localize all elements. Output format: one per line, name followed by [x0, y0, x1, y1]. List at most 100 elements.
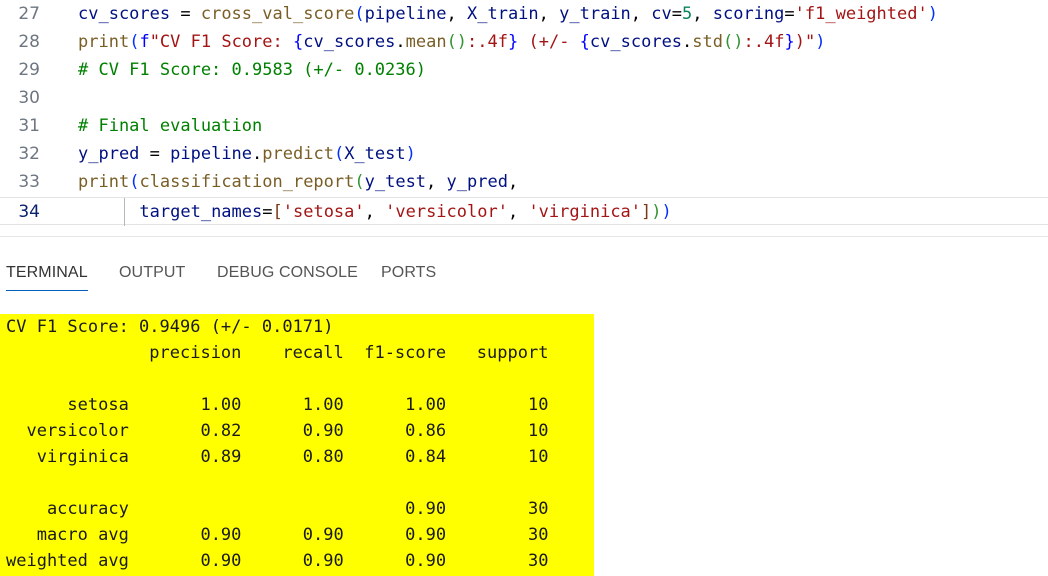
code-text[interactable]: # Final evaluation — [78, 112, 262, 140]
code-token: f — [139, 32, 150, 52]
line-number: 29 — [18, 60, 40, 80]
code-token: , — [507, 202, 529, 222]
terminal-line: precision recall f1-score support — [6, 343, 549, 363]
code-token: . — [252, 144, 263, 164]
code-text[interactable]: cv_scores = cross_val_score(pipeline, X_… — [78, 0, 938, 28]
code-text[interactable]: target_names=['setosa', 'versicolor', 'v… — [78, 198, 672, 226]
code-token: y_train — [559, 4, 631, 24]
code-token: mean — [405, 32, 447, 52]
code-token: = — [784, 4, 795, 24]
code-token: :.4f — [743, 32, 785, 52]
code-token: print — [78, 32, 130, 52]
line-number: 28 — [18, 32, 40, 52]
code-token: () — [446, 32, 468, 52]
line-number: 32 — [18, 144, 40, 164]
code-token: (+/- — [518, 32, 580, 52]
terminal-line: weighted avg 0.90 0.90 0.90 30 — [6, 551, 549, 571]
terminal-line: CV F1 Score: 0.9496 (+/- 0.0171) — [6, 317, 334, 337]
code-token: std — [692, 32, 724, 52]
code-text[interactable]: print(f"CV F1 Score: {cv_scores.mean():.… — [78, 28, 825, 56]
code-token: ) — [661, 202, 672, 222]
line-number: 33 — [18, 172, 40, 192]
code-token: , — [538, 4, 560, 24]
code-token: X_test — [344, 144, 406, 164]
line-number: 30 — [18, 88, 40, 108]
code-line[interactable]: 32 y_pred = pipeline.predict(X_test) — [0, 140, 1048, 168]
code-token: , — [630, 4, 652, 24]
code-editor[interactable]: 27 cv_scores = cross_val_score(pipeline,… — [0, 0, 1048, 236]
code-token: , — [507, 172, 519, 192]
terminal-line: macro avg 0.90 0.90 0.90 30 — [6, 525, 549, 545]
terminal-line: accuracy 0.90 30 — [6, 499, 549, 519]
tab-ports[interactable]: PORTS — [381, 248, 436, 290]
code-token: } — [784, 32, 795, 52]
code-token: , — [446, 4, 467, 24]
code-token: ) — [815, 32, 826, 52]
code-token: { — [292, 32, 304, 52]
code-line[interactable]: 27 cv_scores = cross_val_score(pipeline,… — [0, 0, 1048, 28]
code-line[interactable]: 31 # Final evaluation — [0, 112, 1048, 140]
code-line[interactable]: 29 # CV F1 Score: 0.9583 (+/- 0.0236) — [0, 56, 1048, 84]
code-token: cv_scores — [303, 32, 396, 52]
code-token: X_train — [467, 4, 539, 24]
code-token: ) — [651, 202, 662, 222]
code-token: = — [170, 4, 201, 24]
line-number: 31 — [18, 116, 40, 136]
line-number-active: 34 — [18, 202, 40, 222]
code-token: "CV F1 Score: — [149, 32, 293, 52]
code-token: scoring — [712, 4, 785, 24]
code-token: { — [579, 32, 590, 52]
terminal-selection-highlight: CV F1 Score: 0.9496 (+/- 0.0171) precisi… — [0, 314, 594, 576]
code-line[interactable]: 28 print(f"CV F1 Score: {cv_scores.mean(… — [0, 28, 1048, 56]
code-line[interactable]: 33 print(classification_report(y_test, y… — [0, 168, 1048, 196]
panel-divider[interactable] — [0, 236, 1048, 237]
code-token: ) — [927, 4, 938, 24]
panel-tab-bar: TERMINAL OUTPUT DEBUG CONSOLE PORTS — [0, 248, 1048, 292]
code-token: pipeline — [364, 4, 447, 24]
terminal-line: setosa 1.00 1.00 1.00 10 — [6, 395, 549, 415]
code-text[interactable]: y_pred = pipeline.predict(X_test) — [78, 140, 416, 168]
code-token: target_names — [139, 202, 263, 222]
code-token: = — [139, 144, 171, 164]
code-text[interactable]: print(classification_report(y_test, y_pr… — [78, 168, 518, 196]
code-token: ( — [354, 172, 365, 192]
code-token: ( — [333, 144, 345, 164]
code-token: 'versicolor' — [385, 202, 508, 222]
tab-terminal[interactable]: TERMINAL — [6, 248, 88, 291]
code-line[interactable]: 30 — [0, 84, 1048, 112]
code-token: cross_val_score — [200, 4, 355, 24]
code-token: , — [692, 4, 713, 24]
current-code-line[interactable]: 34 target_names=['setosa', 'versicolor',… — [0, 197, 1048, 226]
code-token: :.4f — [467, 32, 508, 52]
tab-debug-console[interactable]: DEBUG CONSOLE — [217, 248, 358, 290]
code-token: () — [723, 32, 744, 52]
code-token: = — [671, 4, 683, 24]
terminal-line: virginica 0.89 0.80 0.84 10 — [6, 447, 549, 467]
code-token: . — [682, 32, 693, 52]
code-token: )" — [794, 32, 816, 52]
tab-output[interactable]: OUTPUT — [119, 248, 185, 290]
code-token: 'virginica' — [528, 202, 642, 222]
line-number: 27 — [18, 4, 40, 24]
terminal-line: versicolor 0.82 0.90 0.86 10 — [6, 421, 549, 441]
code-token: y_pred — [78, 144, 140, 164]
terminal-output[interactable]: CV F1 Score: 0.9496 (+/- 0.0171) precisi… — [0, 292, 1048, 576]
code-token: ( — [129, 172, 140, 192]
code-token: cv_scores — [78, 4, 171, 24]
code-token: y_pred — [446, 172, 508, 192]
code-token: , — [364, 202, 386, 222]
code-token: 'setosa' — [282, 202, 365, 222]
code-token: predict — [262, 144, 334, 164]
code-token: # Final evaluation — [78, 116, 263, 136]
code-text[interactable]: # CV F1 Score: 0.9583 (+/- 0.0236) — [78, 56, 426, 84]
code-token: pipeline — [170, 144, 253, 164]
code-token: ) — [405, 144, 416, 164]
code-token: cv_scores — [589, 32, 683, 52]
code-token: , — [426, 172, 447, 192]
code-token: y_test — [364, 172, 427, 192]
code-token: print — [78, 172, 130, 192]
code-token: ( — [354, 4, 365, 24]
code-token: . — [395, 32, 406, 52]
code-token: = — [262, 202, 273, 222]
